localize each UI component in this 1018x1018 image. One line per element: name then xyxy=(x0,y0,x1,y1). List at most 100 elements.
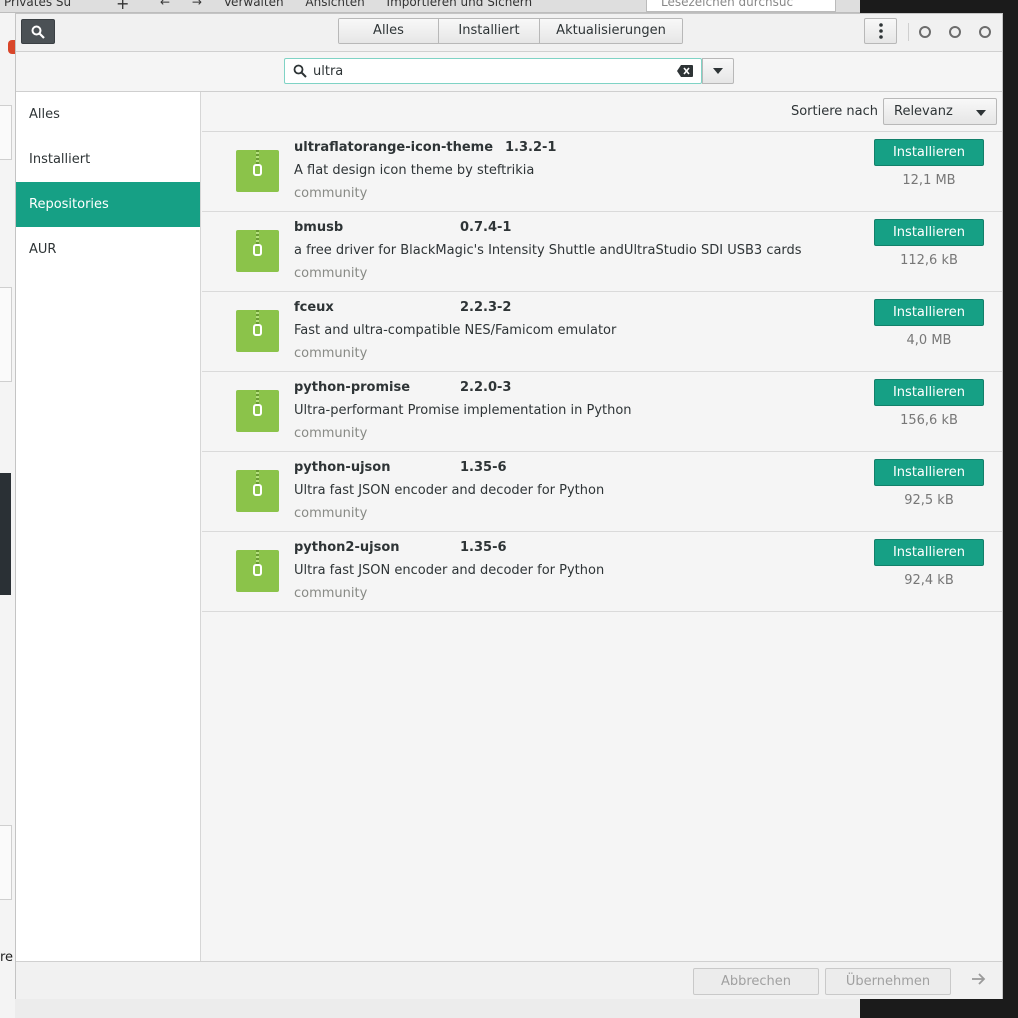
header-bar: Alles Installiert Aktualisierungen xyxy=(16,14,1002,52)
package-name: fceux xyxy=(294,300,334,315)
package-repo: community xyxy=(294,266,368,281)
list-item[interactable]: python2-ujson 1.35-6 Ultra fast JSON enc… xyxy=(202,532,1002,612)
package-name: ultraflatorange-icon-theme xyxy=(294,140,494,155)
background-text-fragment: re xyxy=(0,950,14,965)
new-tab-icon[interactable]: + xyxy=(116,0,129,12)
package-description: Fast and ultra-compatible NES/Famicom em… xyxy=(294,323,617,338)
package-name: python-promise xyxy=(294,380,411,395)
package-icon xyxy=(236,150,279,192)
menu-button[interactable] xyxy=(864,18,897,44)
package-list: ultraflatorange-icon-theme 1.3.2-1 A fla… xyxy=(202,132,1002,612)
package-description: A flat design icon theme by steftrikia xyxy=(294,163,535,178)
tab-alles[interactable]: Alles xyxy=(339,19,439,43)
search-icon xyxy=(31,25,45,39)
search-history-dropdown[interactable] xyxy=(702,58,734,84)
arrow-right-icon[interactable] xyxy=(972,973,986,985)
back-arrow-icon[interactable]: ← xyxy=(160,0,170,9)
install-button[interactable]: Installieren xyxy=(874,539,984,566)
bottom-action-bar: Abbrechen Übernehmen xyxy=(16,961,1002,999)
maximize-icon[interactable] xyxy=(949,26,961,38)
package-description: Ultra fast JSON encoder and decoder for … xyxy=(294,483,605,498)
package-repo: community xyxy=(294,506,368,521)
sidebar-item-aur[interactable]: AUR xyxy=(16,227,200,272)
install-button[interactable]: Installieren xyxy=(874,299,984,326)
background-bookmark-search[interactable]: Lesezeichen durchsuc xyxy=(646,0,836,12)
toolbar-menu-importieren[interactable]: Importieren und Sichern xyxy=(387,0,533,9)
package-description: Ultra-performant Promise implementation … xyxy=(294,403,632,418)
sort-combobox[interactable]: Relevanz xyxy=(883,98,997,125)
package-manager-window: Alles Installiert Aktualisierungen ultra… xyxy=(15,13,1003,999)
background-dark-panel xyxy=(0,473,11,595)
tab-installiert[interactable]: Installiert xyxy=(439,19,540,43)
apply-button[interactable]: Übernehmen xyxy=(825,968,951,995)
minimize-icon[interactable] xyxy=(919,26,931,38)
package-icon xyxy=(236,390,279,432)
chevron-down-icon xyxy=(713,68,723,74)
background-panel xyxy=(0,825,12,900)
search-input[interactable] xyxy=(313,62,653,80)
package-version: 1.35-6 xyxy=(460,460,507,475)
search-bar xyxy=(16,52,1002,92)
package-repo: community xyxy=(294,586,368,601)
background-panel xyxy=(0,287,12,382)
package-description: Ultra fast JSON encoder and decoder for … xyxy=(294,563,605,578)
header-separator xyxy=(908,23,909,41)
toolbar-menu-verwalten[interactable]: Verwalten xyxy=(224,0,284,9)
package-description: a free driver for BlackMagic's Intensity… xyxy=(294,243,802,258)
toolbar-menu-ansichten[interactable]: Ansichten xyxy=(305,0,364,9)
sidebar: Alles Installiert Repositories AUR xyxy=(16,92,201,961)
package-name: python-ujson xyxy=(294,460,391,475)
package-size: 92,4 kB xyxy=(904,573,954,588)
package-repo: community xyxy=(294,346,368,361)
install-button[interactable]: Installieren xyxy=(874,459,984,486)
sort-label: Sortiere nach xyxy=(790,104,878,119)
list-item[interactable]: python-ujson 1.35-6 Ultra fast JSON enco… xyxy=(202,452,1002,532)
background-toolbar: ← → Verwalten Ansichten Importieren und … xyxy=(160,0,550,9)
background-tab-bar: Privates Su + ← → Verwalten Ansichten Im… xyxy=(0,0,860,13)
package-size: 4,0 MB xyxy=(906,333,952,348)
package-icon xyxy=(236,310,279,352)
sidebar-item-repositories[interactable]: Repositories xyxy=(16,182,200,227)
install-button[interactable]: Installieren xyxy=(874,139,984,166)
package-icon xyxy=(236,230,279,272)
package-size: 12,1 MB xyxy=(902,173,956,188)
package-icon xyxy=(236,470,279,512)
tab-aktualisierungen[interactable]: Aktualisierungen xyxy=(540,19,682,43)
close-icon[interactable] xyxy=(979,26,991,38)
background-panel xyxy=(0,105,12,160)
package-name: python2-ujson xyxy=(294,540,400,555)
package-repo: community xyxy=(294,426,368,441)
search-icon xyxy=(293,64,307,78)
install-button[interactable]: Installieren xyxy=(874,379,984,406)
sort-bar: Sortiere nach Relevanz xyxy=(202,92,1002,132)
package-content: Sortiere nach Relevanz ultraflatorange-i… xyxy=(202,92,1002,961)
package-version: 1.3.2-1 xyxy=(505,140,557,155)
package-version: 2.2.0-3 xyxy=(460,380,512,395)
list-item[interactable]: python-promise 2.2.0-3 Ultra-performant … xyxy=(202,372,1002,452)
view-switcher: Alles Installiert Aktualisierungen xyxy=(338,18,683,44)
package-name: bmusb xyxy=(294,220,344,235)
sort-value: Relevanz xyxy=(894,104,953,119)
package-icon xyxy=(236,550,279,592)
search-toggle-button[interactable] xyxy=(21,19,55,44)
cancel-button[interactable]: Abbrechen xyxy=(693,968,819,995)
sidebar-item-alles[interactable]: Alles xyxy=(16,92,200,137)
clear-search-icon[interactable] xyxy=(677,65,693,77)
package-size: 92,5 kB xyxy=(904,493,954,508)
package-repo: community xyxy=(294,186,368,201)
package-version: 0.7.4-1 xyxy=(460,220,512,235)
package-size: 156,6 kB xyxy=(900,413,958,428)
list-item[interactable]: ultraflatorange-icon-theme 1.3.2-1 A fla… xyxy=(202,132,1002,212)
list-item[interactable]: fceux 2.2.3-2 Fast and ultra-compatible … xyxy=(202,292,1002,372)
forward-arrow-icon[interactable]: → xyxy=(192,0,202,9)
sidebar-item-installiert[interactable]: Installiert xyxy=(16,137,200,182)
install-button[interactable]: Installieren xyxy=(874,219,984,246)
package-size: 112,6 kB xyxy=(900,253,958,268)
background-tab-title[interactable]: Privates Su xyxy=(4,0,71,9)
package-version: 2.2.3-2 xyxy=(460,300,512,315)
kebab-menu-icon xyxy=(878,23,883,39)
chevron-down-icon xyxy=(976,110,986,116)
package-version: 1.35-6 xyxy=(460,540,507,555)
search-entry xyxy=(284,58,702,84)
list-item[interactable]: bmusb 0.7.4-1 a free driver for BlackMag… xyxy=(202,212,1002,292)
